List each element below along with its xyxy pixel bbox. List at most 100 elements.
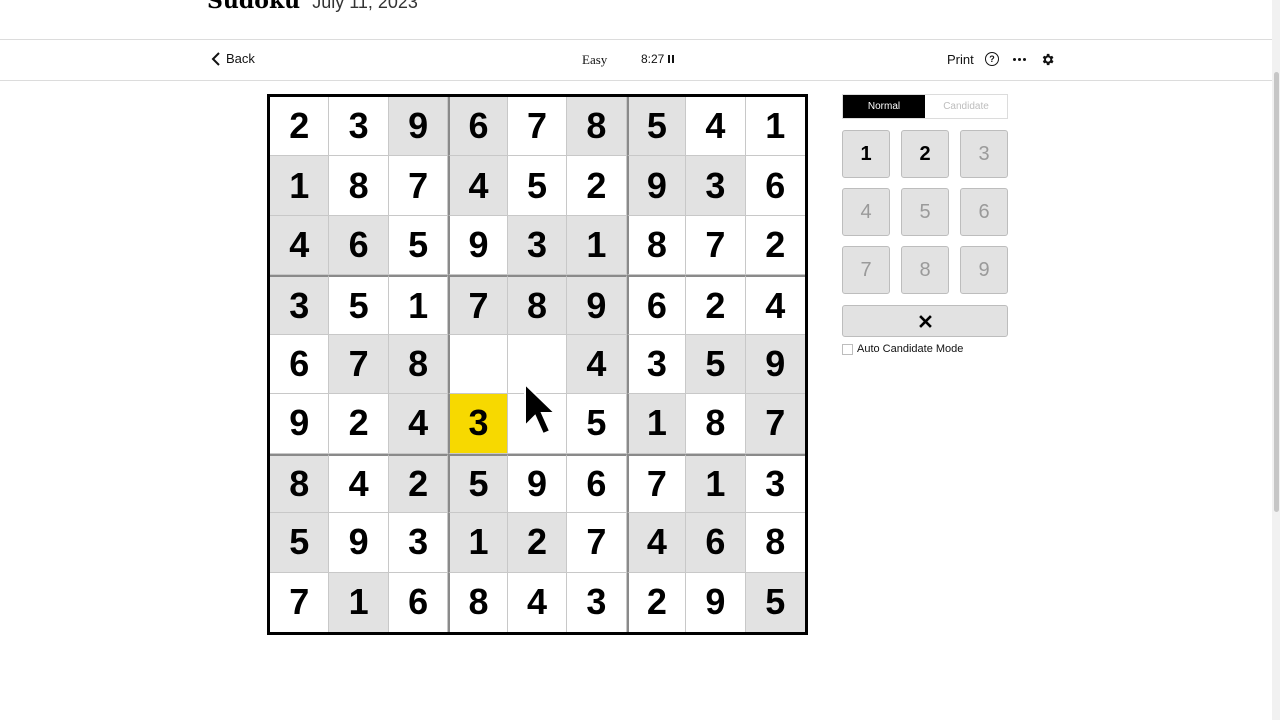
more-icon[interactable] [1013,52,1027,66]
board-cell-r5c8[interactable]: 5 [686,334,746,395]
board-cell-r1c9[interactable]: 1 [745,97,805,157]
board-cell-r1c6[interactable]: 8 [567,97,627,157]
board-cell-r8c6[interactable]: 7 [567,513,627,573]
board-cell-r5c1[interactable]: 6 [270,334,330,395]
board-cell-r3c1[interactable]: 4 [270,215,330,276]
board-cell-r2c9[interactable]: 6 [745,156,805,216]
board-cell-r8c5[interactable]: 2 [507,513,568,573]
auto-candidate-checkbox[interactable] [842,343,853,355]
board-cell-r2c6[interactable]: 2 [567,156,627,216]
timer[interactable]: 8:27 [641,52,675,66]
board-cell-r5c3[interactable]: 8 [388,334,449,395]
board-cell-r1c5[interactable]: 7 [507,97,568,157]
board-cell-r6c7[interactable]: 1 [626,394,687,454]
board-cell-r5c6[interactable]: 4 [567,334,627,395]
numpad-key-1[interactable]: 1 [842,130,890,178]
board-cell-r4c1[interactable]: 3 [270,275,330,335]
board-cell-r1c4[interactable]: 6 [448,97,508,157]
board-cell-r8c2[interactable]: 9 [329,513,389,573]
board-cell-r6c9[interactable]: 7 [745,394,805,454]
board-cell-r2c7[interactable]: 9 [626,156,687,216]
gear-icon[interactable] [1040,52,1055,67]
board-cell-r9c7[interactable]: 2 [626,572,687,632]
board-cell-r8c9[interactable]: 8 [745,513,805,573]
board-cell-r6c3[interactable]: 4 [388,394,449,454]
board-cell-r9c2[interactable]: 1 [329,572,389,632]
board-cell-r3c8[interactable]: 7 [686,215,746,276]
board-cell-r8c4[interactable]: 1 [448,513,508,573]
board-cell-r5c5[interactable] [507,334,568,395]
board-cell-r2c4[interactable]: 4 [448,156,508,216]
numpad-key-9[interactable]: 9 [960,246,1008,294]
board-cell-r6c5[interactable] [507,394,568,454]
board-cell-r4c9[interactable]: 4 [745,275,805,335]
numpad-key-2[interactable]: 2 [901,130,949,178]
board-cell-r5c9[interactable]: 9 [745,334,805,395]
board-cell-r4c2[interactable]: 5 [329,275,389,335]
board-cell-r3c4[interactable]: 9 [448,215,508,276]
board-cell-r2c8[interactable]: 3 [686,156,746,216]
print-button[interactable]: Print [947,52,974,67]
board-cell-r9c6[interactable]: 3 [567,572,627,632]
board-cell-r9c5[interactable]: 4 [507,572,568,632]
board-cell-r4c5[interactable]: 8 [507,275,568,335]
numpad-key-4[interactable]: 4 [842,188,890,236]
board-cell-r6c8[interactable]: 8 [686,394,746,454]
board-cell-r6c1[interactable]: 9 [270,394,330,454]
candidate-mode-button[interactable]: Candidate [925,95,1007,118]
board-cell-r2c5[interactable]: 5 [507,156,568,216]
board-cell-r3c2[interactable]: 6 [329,215,389,276]
board-cell-r9c9[interactable]: 5 [745,572,805,632]
board-cell-r6c2[interactable]: 2 [329,394,389,454]
board-cell-r3c9[interactable]: 2 [745,215,805,276]
board-cell-r4c3[interactable]: 1 [388,275,449,335]
help-icon[interactable]: ? [985,52,999,66]
numpad-key-7[interactable]: 7 [842,246,890,294]
numpad-key-5[interactable]: 5 [901,188,949,236]
scrollbar-thumb[interactable] [1274,72,1279,512]
numpad-key-8[interactable]: 8 [901,246,949,294]
numpad-key-6[interactable]: 6 [960,188,1008,236]
board-cell-r7c6[interactable]: 6 [567,453,627,514]
board-cell-r3c6[interactable]: 1 [567,215,627,276]
board-cell-r4c7[interactable]: 6 [626,275,687,335]
board-cell-r2c3[interactable]: 7 [388,156,449,216]
board-cell-r4c8[interactable]: 2 [686,275,746,335]
board-cell-r8c1[interactable]: 5 [270,513,330,573]
board-cell-r9c3[interactable]: 6 [388,572,449,632]
board-cell-r5c7[interactable]: 3 [626,334,687,395]
board-cell-r1c3[interactable]: 9 [388,97,449,157]
numpad-key-3[interactable]: 3 [960,130,1008,178]
normal-mode-button[interactable]: Normal [843,95,925,118]
board-cell-r8c8[interactable]: 6 [686,513,746,573]
board-cell-r8c7[interactable]: 4 [626,513,687,573]
board-cell-r8c3[interactable]: 3 [388,513,449,573]
board-cell-r3c3[interactable]: 5 [388,215,449,276]
board-cell-r4c6[interactable]: 9 [567,275,627,335]
board-cell-r3c5[interactable]: 3 [507,215,568,276]
back-button[interactable]: Back [210,51,255,66]
board-cell-r6c6[interactable]: 5 [567,394,627,454]
board-cell-r7c9[interactable]: 3 [745,453,805,514]
board-cell-r7c1[interactable]: 8 [270,453,330,514]
board-cell-r1c1[interactable]: 2 [270,97,330,157]
board-cell-r6c4[interactable]: 3 [448,394,508,454]
board-cell-r1c8[interactable]: 4 [686,97,746,157]
board-cell-r7c2[interactable]: 4 [329,453,389,514]
board-cell-r9c1[interactable]: 7 [270,572,330,632]
board-cell-r9c4[interactable]: 8 [448,572,508,632]
board-cell-r7c4[interactable]: 5 [448,453,508,514]
board-cell-r7c3[interactable]: 2 [388,453,449,514]
board-cell-r5c2[interactable]: 7 [329,334,389,395]
board-cell-r7c7[interactable]: 7 [626,453,687,514]
board-cell-r5c4[interactable] [448,334,508,395]
board-cell-r7c5[interactable]: 9 [507,453,568,514]
erase-button[interactable] [842,305,1008,337]
board-cell-r2c1[interactable]: 1 [270,156,330,216]
board-cell-r1c7[interactable]: 5 [626,97,687,157]
board-cell-r2c2[interactable]: 8 [329,156,389,216]
pause-icon[interactable] [668,55,675,63]
board-cell-r9c8[interactable]: 9 [686,572,746,632]
board-cell-r7c8[interactable]: 1 [686,453,746,514]
board-cell-r1c2[interactable]: 3 [329,97,389,157]
